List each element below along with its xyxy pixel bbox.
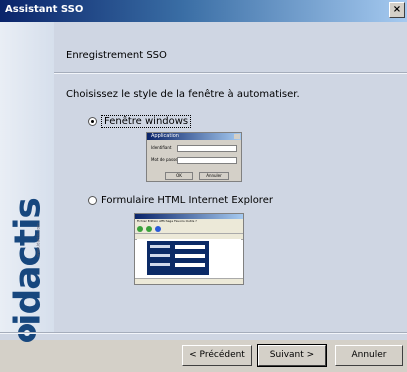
preview-ie-toolbar bbox=[135, 224, 243, 234]
preview-password-label: Mot de passe bbox=[151, 157, 178, 162]
preview-ie-form-label bbox=[150, 254, 170, 257]
preview-back-icon bbox=[137, 225, 143, 232]
option-html-form[interactable]: Formulaire HTML Internet Explorer bbox=[88, 195, 273, 206]
html-form-preview-image: Fichier Edition Affichage Favoris Outils… bbox=[134, 213, 244, 285]
window-title: Assistant SSO bbox=[5, 4, 84, 15]
cancel-button[interactable]: Annuler bbox=[335, 345, 403, 366]
footer-divider bbox=[0, 332, 407, 334]
page-header: Enregistrement SSO bbox=[66, 50, 167, 61]
windows-preview-image: Application Identifiant Mot de passe OK … bbox=[146, 132, 242, 182]
preview-ie-form-label bbox=[150, 263, 170, 266]
preview-ie-form-input bbox=[175, 245, 205, 249]
header-divider bbox=[54, 72, 407, 74]
radio-windows[interactable] bbox=[88, 117, 97, 126]
preview-window-title: Application bbox=[151, 133, 179, 139]
preview-ie-form bbox=[147, 241, 209, 275]
brand-url: www.idactis.com bbox=[35, 223, 41, 257]
preview-ie-statusbar bbox=[135, 278, 243, 284]
option-html-form-label: Formulaire HTML Internet Explorer bbox=[101, 195, 273, 206]
radio-html-form[interactable] bbox=[88, 196, 97, 205]
preview-cancel-button: Annuler bbox=[199, 172, 229, 180]
back-button[interactable]: < Précédent bbox=[182, 345, 252, 366]
preview-login-field bbox=[177, 145, 237, 152]
preview-ok-button: OK bbox=[165, 172, 193, 180]
title-bar: Assistant SSO × bbox=[0, 0, 407, 22]
brand-logo: idactis bbox=[7, 198, 49, 326]
option-windows[interactable]: Fenêtre windows bbox=[88, 115, 192, 128]
next-button[interactable]: Suivant > bbox=[257, 344, 327, 367]
preview-ie-form-input bbox=[175, 254, 205, 258]
preview-ie-form-label bbox=[150, 245, 170, 248]
close-icon[interactable]: × bbox=[389, 2, 405, 18]
preview-close-icon bbox=[234, 134, 240, 139]
preview-home-icon bbox=[155, 225, 161, 232]
preview-forward-icon bbox=[146, 225, 152, 232]
preview-login-label: Identifiant bbox=[151, 145, 172, 150]
preview-ie-form-input bbox=[175, 263, 205, 267]
option-windows-label: Fenêtre windows bbox=[101, 115, 192, 128]
preview-ie-page bbox=[137, 239, 241, 279]
instruction-text: Choisissez le style de la fenêtre à auto… bbox=[66, 89, 300, 100]
preview-password-field bbox=[177, 157, 237, 164]
brand-panel: idactis www.idactis.com bbox=[0, 22, 54, 342]
